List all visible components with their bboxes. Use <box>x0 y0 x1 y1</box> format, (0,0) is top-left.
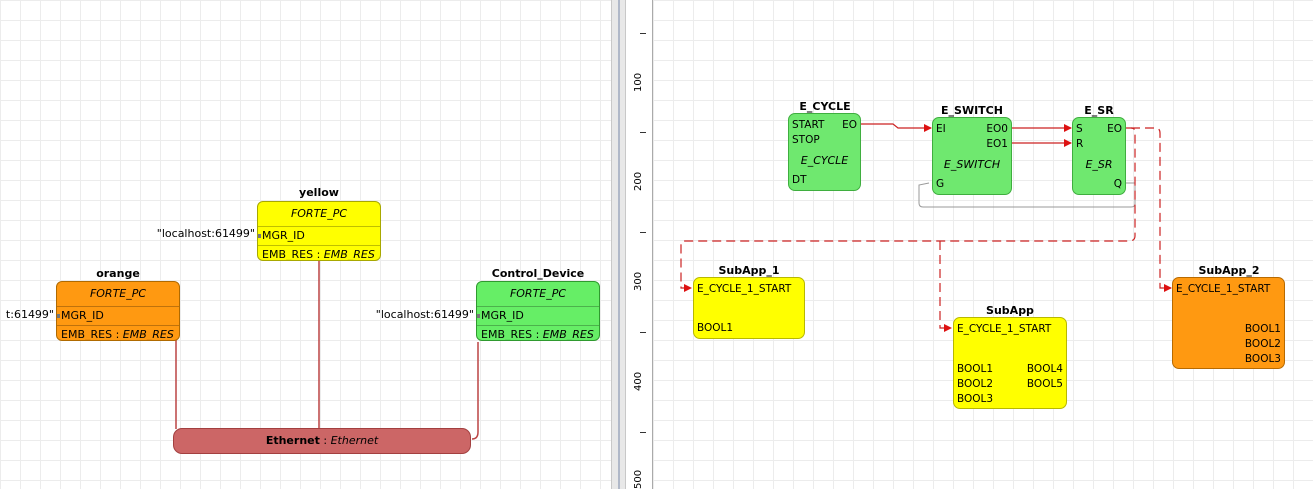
fb-type-name: E_SR <box>1085 158 1113 171</box>
device-orange[interactable]: FORTE_PC MGR_ID EMB_RES : EMB_RES <box>56 281 180 341</box>
resource-row[interactable]: EMB_RES : EMB_RES <box>57 326 179 340</box>
subapp[interactable]: E_CYCLE_1_START BOOL1 BOOL2 BOOL3 BOOL4 … <box>953 317 1067 409</box>
event-input-stop[interactable]: STOP <box>792 134 820 147</box>
ruler-label-200: 200 <box>633 171 644 191</box>
data-output-bool2[interactable]: BOOL2 <box>1245 338 1281 351</box>
event-input-start[interactable]: START <box>792 119 824 132</box>
event-input-r[interactable]: R <box>1076 138 1083 151</box>
event-input-e-cycle-1-start[interactable]: E_CYCLE_1_START <box>957 323 1051 336</box>
event-input-e-cycle-1-start[interactable]: E_CYCLE_1_START <box>697 283 791 296</box>
device-control[interactable]: FORTE_PC MGR_ID EMB_RES : EMB_RES <box>476 281 600 341</box>
fb-title-e-sr: E_SR <box>1084 104 1114 117</box>
network-segment-ethernet[interactable]: Ethernet : Ethernet <box>173 428 471 454</box>
device-type: FORTE_PC <box>477 282 599 307</box>
device-type: FORTE_PC <box>57 282 179 307</box>
mgr-id-value-orange[interactable]: t:61499" <box>0 308 54 321</box>
fb-type-name: E_CYCLE <box>800 154 849 167</box>
data-output-q[interactable]: Q <box>1114 178 1122 191</box>
ruler-tick <box>640 33 646 34</box>
fb-title-e-switch: E_SWITCH <box>941 104 1003 117</box>
data-output-bool5[interactable]: BOOL5 <box>1027 378 1063 391</box>
splitter-handle[interactable] <box>618 0 620 489</box>
mgr-id-port[interactable]: MGR_ID <box>57 307 179 326</box>
ruler-tick <box>640 132 646 133</box>
mgr-id-port[interactable]: MGR_ID <box>258 227 380 246</box>
editor-splitter[interactable] <box>611 0 626 489</box>
mgr-id-value-control[interactable]: "localhost:61499" <box>320 308 474 321</box>
event-input-e-cycle-1-start[interactable]: E_CYCLE_1_START <box>1176 283 1270 296</box>
application-network-canvas[interactable]: E_CYCLE START STOP EO E_CYCLE DT E_SWITC… <box>653 0 1313 489</box>
data-input-bool1[interactable]: BOOL1 <box>957 363 993 376</box>
subapp-title-2: SubApp_2 <box>1198 264 1260 277</box>
ruler-tick <box>640 232 646 233</box>
device-yellow[interactable]: FORTE_PC MGR_ID EMB_RES : EMB_RES <box>257 201 381 261</box>
device-title-yellow: yellow <box>299 186 339 199</box>
subapp-2[interactable]: E_CYCLE_1_START BOOL1 BOOL2 BOOL3 <box>1172 277 1285 369</box>
vertical-ruler: 100 200 300 400 500 <box>626 0 653 489</box>
ruler-tick <box>640 432 646 433</box>
port-pin-icon <box>477 314 480 318</box>
event-output-eo[interactable]: EO <box>842 119 857 132</box>
subapp-title: SubApp <box>986 304 1034 317</box>
device-title-orange: orange <box>96 267 140 280</box>
ruler-label-300: 300 <box>633 271 644 291</box>
event-input-s[interactable]: S <box>1076 123 1083 136</box>
event-output-eo1[interactable]: EO1 <box>986 138 1008 151</box>
ruler-tick <box>640 332 646 333</box>
fb-title-e-cycle: E_CYCLE <box>799 100 851 113</box>
resource-row[interactable]: EMB_RES : EMB_RES <box>258 246 380 260</box>
data-input-bool3[interactable]: BOOL3 <box>957 393 993 406</box>
subapp-title-1: SubApp_1 <box>718 264 780 277</box>
subapp-1[interactable]: E_CYCLE_1_START BOOL1 <box>693 277 805 339</box>
fb-e-sr[interactable]: S R EO E_SR Q <box>1072 117 1126 195</box>
mgr-id-value-yellow[interactable]: "localhost:61499" <box>100 227 255 240</box>
ruler-label-100: 100 <box>633 72 644 92</box>
data-input-g[interactable]: G <box>936 178 944 191</box>
data-output-bool4[interactable]: BOOL4 <box>1027 363 1063 376</box>
port-pin-icon <box>258 234 261 238</box>
data-output-bool1[interactable]: BOOL1 <box>1245 323 1281 336</box>
device-title-control: Control_Device <box>491 267 585 280</box>
data-input-dt[interactable]: DT <box>792 174 807 187</box>
event-input-ei[interactable]: EI <box>936 123 946 136</box>
data-output-bool3[interactable]: BOOL3 <box>1245 353 1281 366</box>
ruler-label-400: 400 <box>633 371 644 391</box>
system-configuration-canvas[interactable]: yellow "localhost:61499" FORTE_PC MGR_ID… <box>0 0 611 489</box>
data-input-bool2[interactable]: BOOL2 <box>957 378 993 391</box>
event-output-eo[interactable]: EO <box>1107 123 1122 136</box>
event-output-eo0[interactable]: EO0 <box>986 123 1008 136</box>
data-input-bool1[interactable]: BOOL1 <box>697 322 733 335</box>
connections <box>680 123 1172 332</box>
fb-e-switch[interactable]: EI EO0 EO1 E_SWITCH G <box>932 117 1012 195</box>
fb-type-name: E_SWITCH <box>943 158 1001 171</box>
ruler-label-500: 500 <box>633 469 644 489</box>
port-pin-icon <box>57 314 60 318</box>
mgr-id-port[interactable]: MGR_ID <box>477 307 599 326</box>
device-type: FORTE_PC <box>258 202 380 227</box>
fb-e-cycle[interactable]: START STOP EO E_CYCLE DT <box>788 113 861 191</box>
resource-row[interactable]: EMB_RES : EMB_RES <box>477 326 599 340</box>
